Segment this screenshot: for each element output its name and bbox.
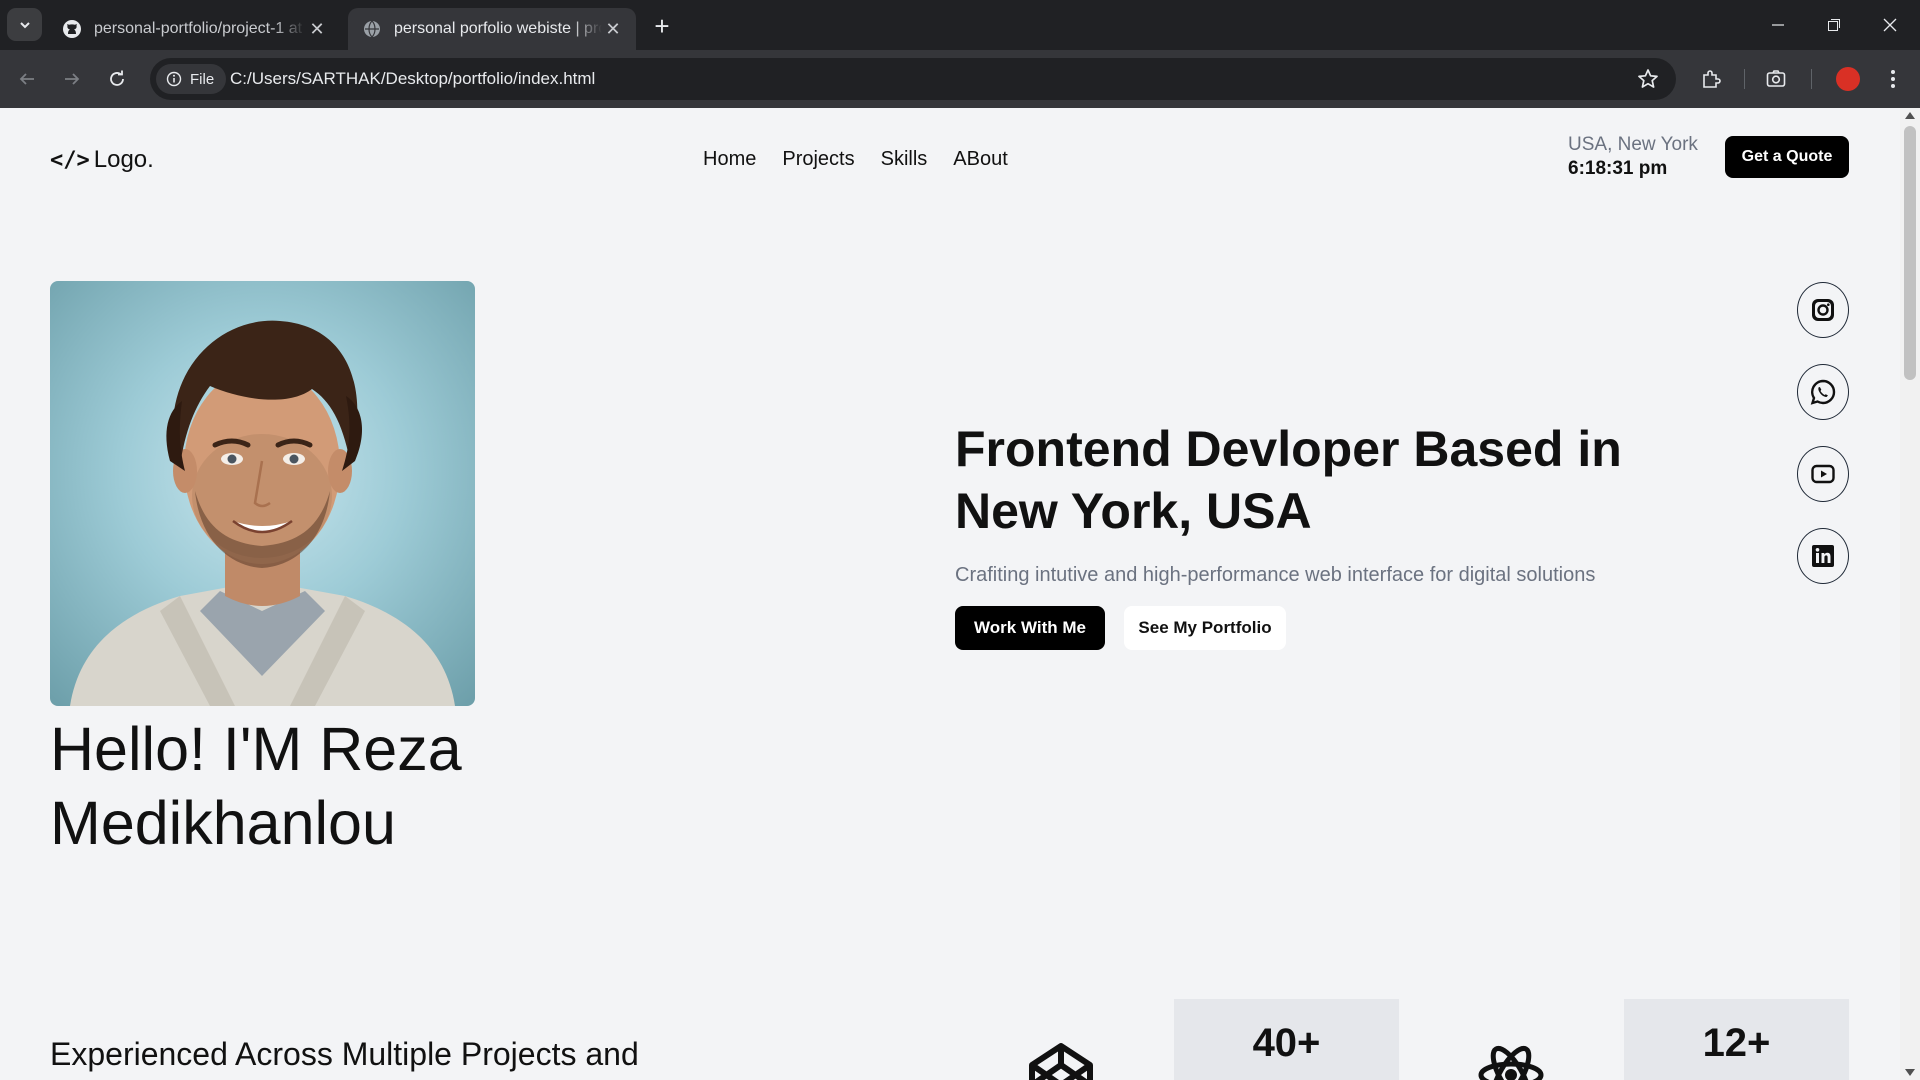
back-button[interactable] xyxy=(11,63,43,95)
scroll-down-arrow[interactable] xyxy=(1905,1069,1915,1076)
hero-greeting: Hello! I'M Reza Medikhanlou xyxy=(50,715,462,857)
arrow-right-icon xyxy=(65,73,80,85)
work-with-me-button[interactable]: Work With Me xyxy=(955,606,1105,650)
nav-skills[interactable]: Skills xyxy=(881,148,928,171)
screenshot-button[interactable] xyxy=(1762,65,1790,93)
youtube-button[interactable] xyxy=(1797,446,1849,502)
reload-icon xyxy=(110,70,124,86)
forward-button[interactable] xyxy=(56,63,88,95)
url-chip-label: File xyxy=(190,70,215,88)
new-tab-button[interactable]: + xyxy=(648,11,676,41)
stat-value: 12+ xyxy=(1702,1021,1771,1065)
whatsapp-icon xyxy=(1810,379,1836,405)
stat-card: 40+ xyxy=(1174,999,1399,1080)
extensions-button[interactable] xyxy=(1697,65,1725,93)
close-tab-icon[interactable]: ✕ xyxy=(306,18,328,40)
codepen-icon xyxy=(1029,1043,1093,1080)
logo-text: Logo. xyxy=(93,146,154,173)
clock-time: 6:18:31 pm xyxy=(1568,158,1668,179)
see-portfolio-button[interactable]: See My Portfolio xyxy=(1124,606,1286,650)
site-info-chip[interactable]: File xyxy=(156,64,227,94)
address-bar[interactable]: File C:/Users/SARTHAK/Desktop/portfolio/… xyxy=(150,58,1676,100)
close-icon xyxy=(1883,18,1897,32)
youtube-icon xyxy=(1811,464,1835,484)
reload-button[interactable] xyxy=(101,63,133,95)
restore-button[interactable] xyxy=(1806,0,1862,50)
code-icon: </> xyxy=(50,147,90,173)
globe-icon xyxy=(362,19,382,39)
toolbar-divider xyxy=(1811,69,1812,89)
linkedin-button[interactable] xyxy=(1797,528,1849,584)
location-text: USA, New York xyxy=(1568,134,1698,155)
whatsapp-button[interactable] xyxy=(1797,364,1849,420)
portfolio-page: </> Logo. Home Projects Skills ABout USA… xyxy=(0,108,1900,1080)
browser-tab-portfolio[interactable]: personal porfolio webiste | proj ✕ xyxy=(348,8,636,50)
nav-about[interactable]: ABout xyxy=(953,148,1007,171)
browser-tab-bar: personal-portfolio/project-1 at ✕ person… xyxy=(0,0,1920,50)
instagram-icon xyxy=(1812,299,1834,321)
linkedin-icon xyxy=(1812,545,1834,567)
close-tab-icon[interactable]: ✕ xyxy=(602,18,624,40)
camera-icon xyxy=(1766,70,1786,87)
restore-icon xyxy=(1828,19,1840,31)
profile-photo xyxy=(50,281,475,706)
react-icon xyxy=(1478,1045,1544,1080)
get-quote-button[interactable]: Get a Quote xyxy=(1725,136,1849,178)
instagram-button[interactable] xyxy=(1797,282,1849,338)
browser-tab-github[interactable]: personal-portfolio/project-1 at ✕ xyxy=(48,8,340,50)
site-logo[interactable]: </> Logo. xyxy=(50,146,154,174)
more-vertical-icon xyxy=(1891,70,1895,88)
chevron-down-icon xyxy=(19,21,30,28)
info-icon xyxy=(166,71,182,87)
main-nav: Home Projects Skills ABout xyxy=(703,148,1008,171)
puzzle-icon xyxy=(1703,70,1721,88)
scroll-up-arrow[interactable] xyxy=(1905,112,1915,119)
browser-toolbar: File C:/Users/SARTHAK/Desktop/portfolio/… xyxy=(0,50,1920,108)
github-icon xyxy=(62,19,82,39)
minimize-button[interactable] xyxy=(1750,0,1806,50)
stat-value: 40+ xyxy=(1252,1021,1321,1065)
minimize-icon xyxy=(1772,24,1784,26)
nav-home[interactable]: Home xyxy=(703,148,756,171)
url-text[interactable]: C:/Users/SARTHAK/Desktop/portfolio/index… xyxy=(230,58,595,100)
tab-title: personal-portfolio/project-1 at xyxy=(94,20,303,37)
profile-avatar[interactable] xyxy=(1836,67,1860,91)
tab-search-button[interactable] xyxy=(7,8,42,41)
browser-menu-button[interactable] xyxy=(1879,65,1907,93)
location-clock: USA, New York 6:18:31 pm xyxy=(1568,134,1698,180)
hero-headline: Frontend Devloper Based in New York, USA xyxy=(955,421,1622,539)
tab-title: personal porfolio webiste | proj xyxy=(394,20,602,37)
stat-card: 12+ xyxy=(1624,999,1849,1080)
page-scrollbar[interactable] xyxy=(1900,108,1920,1080)
arrow-left-icon xyxy=(19,73,34,85)
hero-subline: Crafiting intutive and high-performance … xyxy=(955,564,1596,586)
stats-intro: Experienced Across Multiple Projects and xyxy=(50,1036,639,1072)
bookmark-star-icon[interactable] xyxy=(1636,67,1660,91)
nav-projects[interactable]: Projects xyxy=(782,148,854,171)
scroll-thumb[interactable] xyxy=(1904,126,1916,380)
toolbar-divider xyxy=(1744,69,1745,89)
close-window-button[interactable] xyxy=(1862,0,1918,50)
